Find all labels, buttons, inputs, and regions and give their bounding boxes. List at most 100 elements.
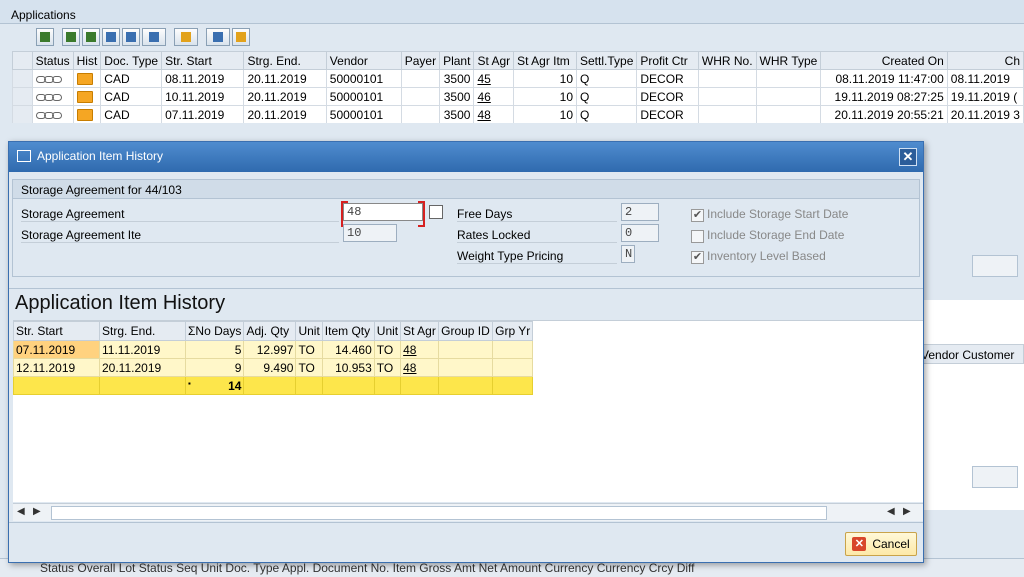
hist-col-strg-end[interactable]: Strg. End.: [99, 321, 186, 341]
cell-str-start: 07.11.2019: [161, 105, 245, 123]
background-grid-header: Vendor Customer: [920, 344, 1024, 364]
background-scroll-arrows-2[interactable]: [972, 466, 1018, 488]
inventory-level-checkbox[interactable]: ✔: [691, 251, 704, 264]
cell-st-agr-link[interactable]: 46: [473, 87, 515, 106]
cell-profit-ctr: DECOR: [636, 105, 699, 123]
cell-st-agr-itm: 10: [513, 105, 577, 123]
column-header-st-agr-itm[interactable]: St Agr Itm: [513, 51, 577, 70]
storage-agreement-input[interactable]: 48: [341, 201, 425, 227]
layout-icon[interactable]: [174, 28, 198, 46]
close-button[interactable]: ✕: [899, 148, 917, 166]
free-days-input[interactable]: 2: [621, 203, 659, 221]
folder-icon[interactable]: [72, 105, 102, 123]
row-selector[interactable]: [12, 69, 33, 88]
table-row[interactable]: CAD 10.11.2019 20.11.2019 50000101 3500 …: [12, 87, 1024, 106]
table-row[interactable]: CAD 07.11.2019 20.11.2019 50000101 3500 …: [12, 105, 1024, 123]
sort-ascending-icon[interactable]: [62, 28, 80, 46]
cell-st-agr-link[interactable]: 45: [473, 69, 515, 88]
storage-agreement-item-input[interactable]: 10: [343, 224, 397, 242]
edit-icon[interactable]: [206, 28, 230, 46]
cell-st-agr-link[interactable]: 48: [400, 358, 440, 377]
cell-st-agr-link[interactable]: 48: [400, 340, 440, 359]
background-scroll-arrows[interactable]: [972, 255, 1018, 277]
dialog-title-bar[interactable]: Application Item History ✕: [9, 142, 923, 172]
cell-doc-type: CAD: [100, 69, 163, 88]
cell-grp-yr: [492, 358, 534, 377]
column-header-settl-type[interactable]: Settl.Type: [575, 51, 638, 70]
column-header-str-start[interactable]: Str. Start: [161, 51, 245, 70]
row-selector[interactable]: [12, 87, 33, 106]
scroll-page-left-icon[interactable]: ◀: [887, 506, 895, 517]
find-icon[interactable]: [102, 28, 120, 46]
scroll-thumb[interactable]: [51, 506, 827, 520]
cell-whr-no: [697, 87, 757, 106]
column-header-payer[interactable]: Payer: [400, 51, 441, 70]
cell-payer: [400, 69, 441, 88]
hist-col-unit-2[interactable]: Unit: [373, 321, 402, 341]
hist-col-unit[interactable]: Unit: [295, 321, 323, 341]
cell-strg-end: 20.11.2019: [243, 105, 327, 123]
column-header-selector[interactable]: [12, 51, 33, 70]
horizontal-scrollbar[interactable]: ◀ ▶ ◀ ▶: [13, 503, 923, 521]
cell-whr-type: [755, 87, 822, 106]
row-selector[interactable]: [12, 105, 33, 123]
status-icon: [31, 69, 74, 88]
value-help-icon[interactable]: [429, 205, 443, 219]
cell-whr-type: [755, 105, 822, 123]
column-header-whr-no[interactable]: WHR No.: [697, 51, 757, 70]
table-row[interactable]: 07.11.2019 11.11.2019 5 12.997 TO 14.460…: [13, 340, 534, 359]
scroll-right-icon[interactable]: ▶: [33, 506, 41, 517]
column-header-created-on[interactable]: Created On: [820, 51, 948, 70]
column-header-strg-end[interactable]: Strg. End.: [243, 51, 327, 70]
cancel-icon: ✕: [852, 537, 867, 551]
hist-col-grp-yr[interactable]: Grp Yr: [492, 321, 534, 341]
cell-plant: 3500: [439, 105, 475, 123]
cancel-label: Cancel: [872, 537, 910, 551]
cell-st-agr-link[interactable]: 48: [473, 105, 515, 123]
cell-changed: 19.11.2019 (: [946, 87, 1024, 106]
folder-icon[interactable]: [72, 69, 102, 88]
column-header-profit-ctr[interactable]: Profit Ctr: [636, 51, 699, 70]
include-start-date-checkbox[interactable]: ✔: [691, 209, 704, 222]
column-header-plant[interactable]: Plant: [439, 51, 475, 70]
column-header-whr-type[interactable]: WHR Type: [755, 51, 822, 70]
find-next-icon[interactable]: [122, 28, 140, 46]
storage-agreement-label: Storage Agreement: [21, 207, 339, 222]
hist-col-st-agr[interactable]: St Agr: [400, 321, 440, 341]
applications-title: Applications: [0, 0, 1024, 24]
status-icon: [31, 87, 74, 106]
cell-vendor: 50000101: [325, 105, 402, 123]
include-end-date-checkbox[interactable]: [691, 230, 704, 243]
cell-vendor: 50000101: [325, 87, 402, 106]
weight-type-pricing-input[interactable]: N: [621, 245, 635, 263]
column-header-changed[interactable]: Ch: [946, 51, 1024, 70]
cell-strg-end: 20.11.2019: [243, 69, 327, 88]
cancel-button[interactable]: ✕ Cancel: [845, 532, 917, 556]
cell-plant: 3500: [439, 69, 475, 88]
table-row[interactable]: 12.11.2019 20.11.2019 9 9.490 TO 10.953 …: [13, 358, 534, 377]
total-no-days: ▪ 14: [184, 376, 245, 395]
hist-col-group-id[interactable]: Group ID: [438, 321, 494, 341]
scroll-page-right-icon[interactable]: ▶: [903, 506, 911, 517]
rates-locked-input[interactable]: 0: [621, 224, 659, 242]
column-header-status[interactable]: Status: [31, 51, 74, 70]
column-header-hist[interactable]: Hist: [72, 51, 102, 70]
window-icon: [17, 150, 31, 162]
table-row[interactable]: CAD 08.11.2019 20.11.2019 50000101 3500 …: [12, 69, 1024, 88]
details-icon[interactable]: [36, 28, 54, 46]
folder-icon[interactable]: [72, 87, 102, 106]
column-header-doc-type[interactable]: Doc. Type: [100, 51, 163, 70]
scroll-left-icon[interactable]: ◀: [17, 506, 25, 517]
filter-icon[interactable]: [142, 28, 166, 46]
export-icon[interactable]: [232, 28, 250, 46]
sort-descending-icon[interactable]: [82, 28, 100, 46]
total-cell-empty: [243, 376, 297, 395]
hist-col-item-qty[interactable]: Item Qty: [321, 321, 375, 341]
cell-created-on: 19.11.2019 08:27:25: [820, 87, 948, 106]
column-header-st-agr[interactable]: St Agr: [473, 51, 515, 70]
hist-col-str-start[interactable]: Str. Start: [13, 321, 100, 341]
hist-col-adj-qty[interactable]: Adj. Qty: [243, 321, 297, 341]
column-header-vendor[interactable]: Vendor: [325, 51, 402, 70]
total-cell-empty: [400, 376, 440, 395]
hist-col-no-days[interactable]: ΣNo Days: [184, 321, 245, 341]
